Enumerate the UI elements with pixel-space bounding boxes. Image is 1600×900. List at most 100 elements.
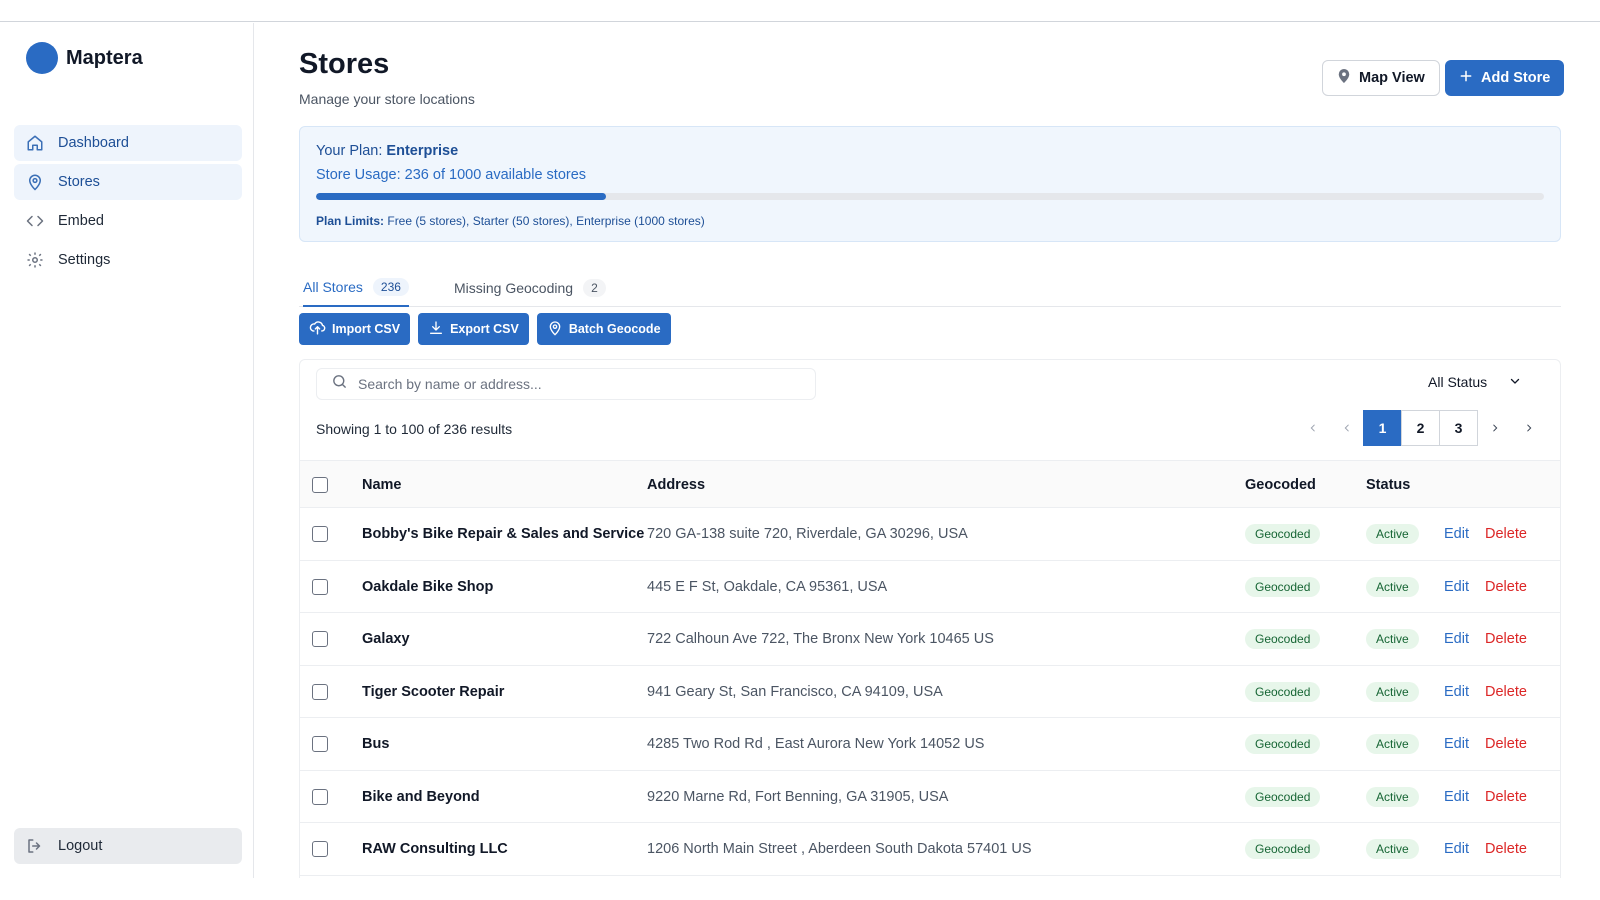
status-cell: Active bbox=[1366, 561, 1419, 613]
first-page-icon[interactable] bbox=[1296, 410, 1330, 446]
map-pin-icon bbox=[1337, 68, 1351, 88]
row-checkbox[interactable] bbox=[312, 736, 328, 752]
row-checkbox[interactable] bbox=[312, 841, 328, 857]
tab-missing-geocoding[interactable]: Missing Geocoding 2 bbox=[454, 269, 606, 307]
edit-link[interactable]: Edit bbox=[1444, 666, 1469, 718]
delete-link[interactable]: Delete bbox=[1485, 771, 1527, 823]
plan-limits-text: Free (5 stores), Starter (50 stores), En… bbox=[387, 214, 705, 228]
geocoded-badge: Geocoded bbox=[1245, 839, 1321, 859]
geocoded-badge: Geocoded bbox=[1245, 629, 1321, 649]
status-badge: Active bbox=[1366, 524, 1419, 544]
row-checkbox[interactable] bbox=[312, 631, 328, 647]
import-csv-button[interactable]: Import CSV bbox=[299, 313, 411, 345]
edit-link[interactable]: Edit bbox=[1444, 613, 1469, 665]
status-cell: Active bbox=[1366, 823, 1419, 875]
edit-link[interactable]: Edit bbox=[1444, 508, 1469, 560]
geocoded-cell: Geocoded bbox=[1245, 823, 1321, 875]
page-button-1[interactable]: 1 bbox=[1363, 410, 1402, 446]
pagination: 1 2 3 bbox=[1296, 410, 1546, 446]
page-subtitle: Manage your store locations bbox=[299, 91, 475, 107]
logout-label: Logout bbox=[58, 838, 103, 854]
geocoded-cell: Geocoded bbox=[1245, 613, 1321, 665]
edit-link[interactable]: Edit bbox=[1444, 561, 1469, 613]
add-store-button[interactable]: Add Store bbox=[1445, 60, 1565, 96]
window-bottom-gap bbox=[0, 878, 1600, 900]
status-badge: Active bbox=[1366, 786, 1419, 807]
tab-count-badge: 2 bbox=[583, 279, 606, 297]
page-button-3[interactable]: 3 bbox=[1439, 410, 1478, 446]
column-header-address[interactable]: Address bbox=[647, 461, 705, 509]
batch-geocode-label: Batch Geocode bbox=[568, 322, 661, 336]
logout-button[interactable]: Logout bbox=[14, 828, 242, 864]
status-badge: Active bbox=[1366, 734, 1419, 754]
column-header-geocoded[interactable]: Geocoded bbox=[1245, 461, 1316, 509]
row-checkbox[interactable] bbox=[312, 526, 328, 542]
sidebar: Maptera Dashboard Stores Embed Settings … bbox=[0, 23, 254, 878]
app-shell: Maptera Dashboard Stores Embed Settings … bbox=[0, 23, 1600, 878]
store-address: 4285 Two Rod Rd , East Aurora New York 1… bbox=[647, 736, 985, 752]
page-button-2[interactable]: 2 bbox=[1401, 410, 1440, 446]
delete-link[interactable]: Delete bbox=[1485, 561, 1527, 613]
sidebar-item-label: Stores bbox=[58, 174, 100, 190]
map-view-button[interactable]: Map View bbox=[1322, 60, 1440, 96]
search-input[interactable] bbox=[358, 376, 798, 392]
row-checkbox[interactable] bbox=[312, 578, 328, 595]
store-name: Bus bbox=[362, 736, 390, 752]
geocoded-badge: Geocoded bbox=[1245, 786, 1321, 807]
table-row: Galaxy 722 Calhoun Ave 722, The Bronx Ne… bbox=[300, 613, 1560, 666]
map-pin-icon bbox=[26, 173, 44, 191]
usage-progress-fill bbox=[316, 193, 606, 200]
row-checkbox-cell bbox=[312, 561, 328, 613]
table-row: Tiger Scooter Repair 941 Geary St, San F… bbox=[300, 666, 1560, 718]
sidebar-item-embed[interactable]: Embed bbox=[14, 203, 242, 239]
status-cell: Active bbox=[1366, 613, 1419, 665]
download-icon bbox=[428, 320, 444, 339]
tab-all-stores[interactable]: All Stores 236 bbox=[303, 269, 409, 307]
edit-link[interactable]: Edit bbox=[1444, 718, 1469, 770]
sidebar-item-dashboard[interactable]: Dashboard bbox=[14, 125, 242, 161]
next-page-icon[interactable] bbox=[1478, 410, 1512, 446]
export-csv-button[interactable]: Export CSV bbox=[418, 313, 529, 345]
plan-label: Your Plan: bbox=[316, 143, 383, 159]
row-checkbox[interactable] bbox=[312, 788, 328, 805]
geocoded-cell: Geocoded bbox=[1245, 771, 1321, 823]
row-checkbox-cell bbox=[312, 771, 328, 823]
status-filter-dropdown[interactable]: All Status bbox=[1428, 374, 1521, 390]
status-badge: Active bbox=[1366, 681, 1419, 702]
status-badge: Active bbox=[1366, 629, 1419, 649]
delete-link[interactable]: Delete bbox=[1485, 666, 1527, 718]
sidebar-item-settings[interactable]: Settings bbox=[14, 242, 242, 278]
status-badge: Active bbox=[1366, 839, 1419, 859]
row-checkbox[interactable] bbox=[312, 683, 328, 700]
sidebar-item-stores[interactable]: Stores bbox=[14, 164, 242, 200]
sidebar-item-label: Dashboard bbox=[58, 135, 129, 151]
store-name: Bike and Beyond bbox=[362, 788, 480, 805]
column-header-status[interactable]: Status bbox=[1366, 461, 1410, 509]
brand-name: Maptera bbox=[66, 46, 143, 69]
geocoded-badge: Geocoded bbox=[1245, 734, 1321, 754]
store-address: 445 E F St, Oakdale, CA 95361, USA bbox=[647, 578, 888, 595]
edit-link[interactable]: Edit bbox=[1444, 771, 1469, 823]
brand[interactable]: Maptera bbox=[26, 42, 143, 74]
delete-link[interactable]: Delete bbox=[1485, 823, 1527, 875]
tab-count-badge: 236 bbox=[372, 278, 409, 296]
home-icon bbox=[26, 134, 44, 152]
batch-geocode-button[interactable]: Batch Geocode bbox=[536, 313, 671, 345]
delete-link[interactable]: Delete bbox=[1485, 613, 1527, 665]
delete-link[interactable]: Delete bbox=[1485, 508, 1527, 560]
delete-link[interactable]: Delete bbox=[1485, 718, 1527, 770]
last-page-icon[interactable] bbox=[1512, 410, 1546, 446]
results-summary: Showing 1 to 100 of 236 results bbox=[316, 421, 513, 437]
previous-page-icon[interactable] bbox=[1330, 410, 1364, 446]
status-cell: Active bbox=[1366, 666, 1419, 718]
status-badge: Active bbox=[1366, 576, 1419, 597]
select-all-checkbox[interactable] bbox=[312, 477, 328, 493]
map-pin-icon bbox=[547, 320, 563, 339]
export-csv-label: Export CSV bbox=[450, 322, 519, 336]
search-icon bbox=[331, 373, 348, 395]
geocoded-badge: Geocoded bbox=[1245, 524, 1321, 544]
column-header-name[interactable]: Name bbox=[362, 461, 402, 509]
edit-link[interactable]: Edit bbox=[1444, 823, 1469, 875]
geocoded-cell: Geocoded bbox=[1245, 508, 1321, 560]
search-box[interactable] bbox=[316, 368, 816, 400]
